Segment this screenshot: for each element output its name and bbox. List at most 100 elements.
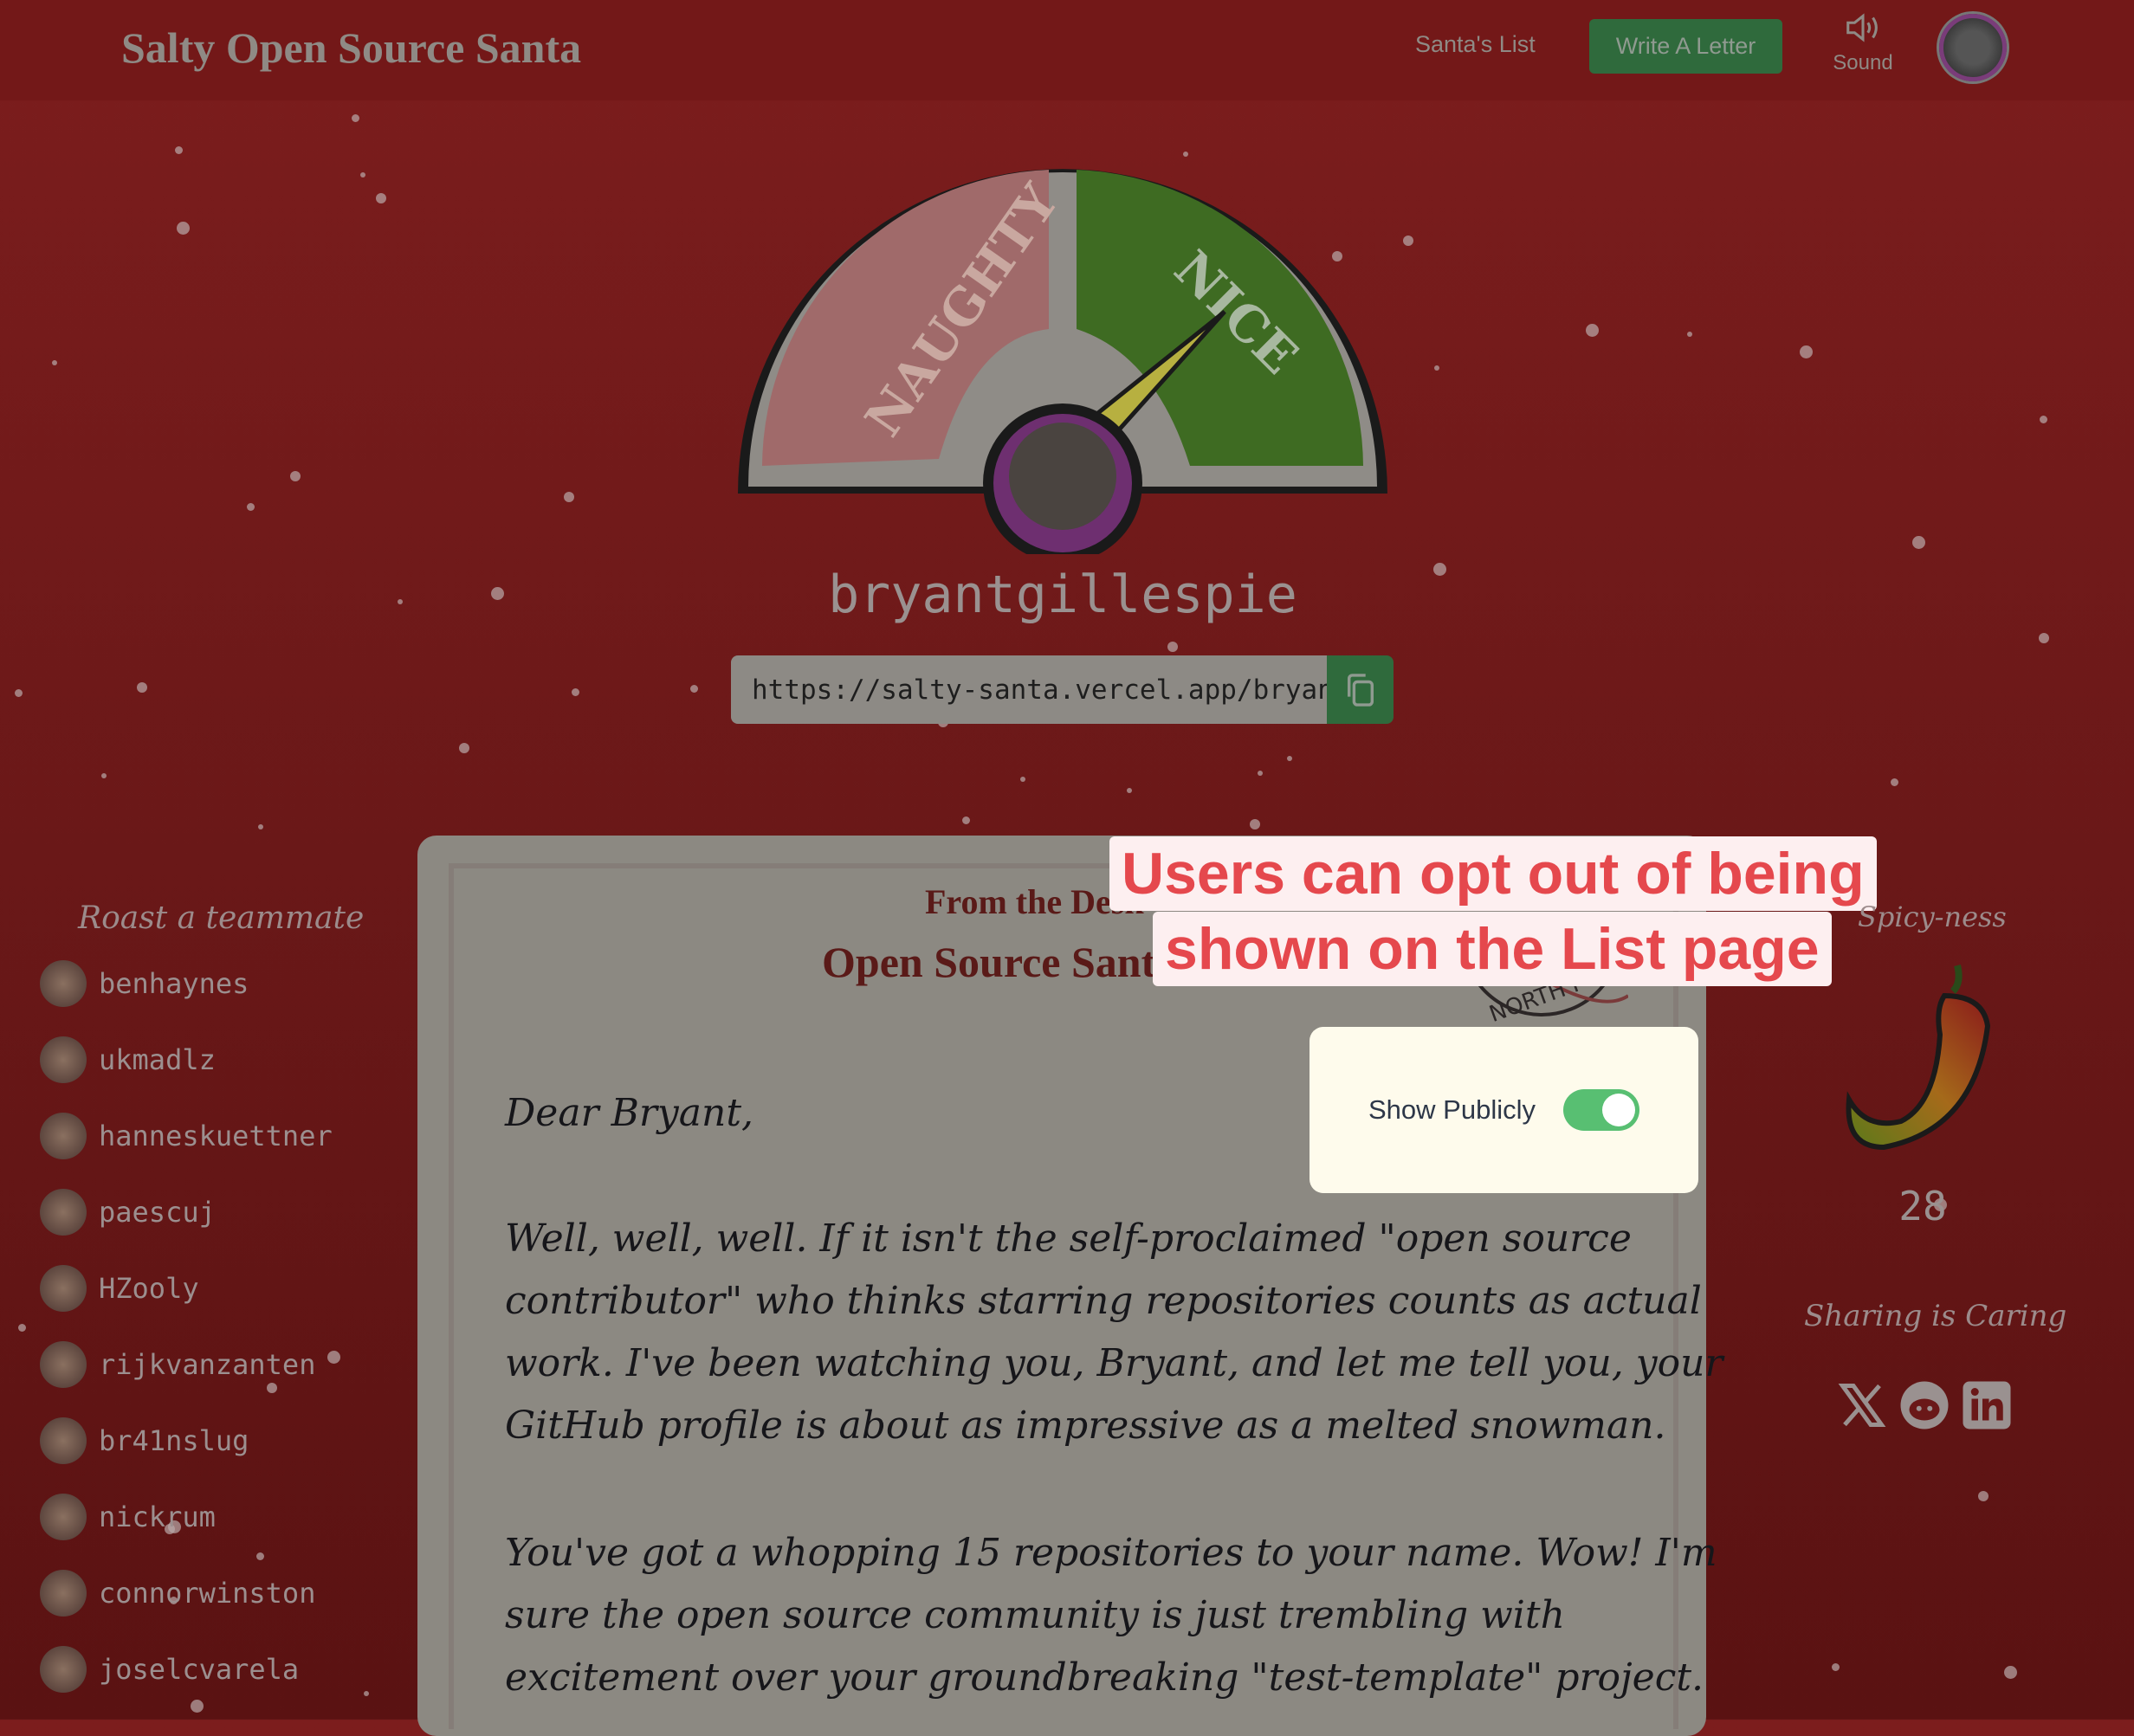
snowflake [1167, 642, 1178, 653]
teammate-item[interactable]: paescuj [40, 1186, 216, 1238]
teammate-name: paescuj [99, 1196, 216, 1229]
snowflake [1127, 787, 1133, 793]
snowflake [363, 1691, 369, 1697]
snowflake [359, 172, 365, 178]
teammate-name: rijkvanzanten [99, 1348, 316, 1381]
copy-icon [1347, 673, 1374, 707]
copy-url-button[interactable] [1327, 655, 1394, 724]
teammate-item[interactable]: joselcvarela [40, 1643, 299, 1695]
snowflake [2038, 633, 2049, 644]
snowflake [1019, 777, 1025, 783]
teammate-name: br41nslug [99, 1424, 249, 1457]
teammate-item[interactable]: nickrum [40, 1491, 216, 1543]
snowflake [1977, 1490, 1988, 1501]
snowflake [961, 816, 970, 824]
snowflake [15, 688, 23, 697]
sharing-heading: Sharing is Caring [1804, 1299, 2067, 1333]
teammate-name: connorwinston [99, 1577, 316, 1610]
show-publicly-toggle[interactable] [1562, 1089, 1639, 1131]
teammate-item[interactable]: br41nslug [40, 1415, 249, 1467]
teammate-avatar [40, 1570, 87, 1617]
snowflake [1799, 345, 1813, 359]
letter-line: sure the open source community is just t… [505, 1593, 1565, 1637]
snowflake [52, 359, 58, 365]
teammate-avatar [40, 1341, 87, 1388]
roast-heading: Roast a teammate [78, 900, 365, 936]
teammate-avatar [40, 1113, 87, 1159]
snowflake [327, 1350, 341, 1364]
teammate-item[interactable]: HZooly [40, 1262, 199, 1314]
snowflake [376, 192, 387, 203]
snowflake [246, 503, 255, 512]
letter-line: contributor" who thinks starring reposit… [505, 1279, 1702, 1323]
teammate-name: nickrum [99, 1500, 216, 1533]
teammate-name: ukmadlz [99, 1043, 216, 1076]
share-x-button[interactable] [1833, 1377, 1891, 1434]
teammate-name: benhaynes [99, 967, 249, 1000]
write-letter-button[interactable]: Write A Letter [1589, 19, 1782, 74]
snowflake [1433, 365, 1439, 371]
sound-label: Sound [1833, 51, 1893, 74]
snowflake [1890, 778, 1898, 787]
snowflake [1286, 756, 1292, 762]
letter-line: excitement over your groundbreaking "tes… [505, 1655, 1704, 1700]
snowflake [1912, 536, 1926, 550]
snowflake [136, 681, 147, 693]
sound-toggle[interactable]: Sound [1827, 10, 1898, 75]
teammate-name: hanneskuettner [99, 1120, 333, 1152]
spiciness-score: 28 [1898, 1183, 1947, 1229]
snowflake [191, 1699, 204, 1713]
teammate-item[interactable]: ukmadlz [40, 1034, 216, 1086]
letter-title: Open Source Santa [822, 938, 1178, 986]
show-publicly-label: Show Publicly [1368, 1094, 1536, 1125]
speaker-icon [1846, 13, 1878, 42]
naughty-nice-gauge: NAUGHTY NICE [738, 169, 1387, 554]
nav-santas-list[interactable]: Santa's List [1415, 31, 1536, 58]
teammate-avatar [40, 1189, 87, 1236]
letter-line: Well, well, well. If it isn't the self-p… [505, 1216, 1632, 1261]
snowflake [1258, 771, 1264, 777]
snowflake [1686, 331, 1692, 337]
teammate-name: joselcvarela [99, 1653, 300, 1686]
profile-username: bryantgillespie [828, 565, 1297, 625]
snowflake [177, 222, 191, 236]
snowflake [690, 685, 699, 694]
teammate-avatar [40, 1494, 87, 1540]
share-url-field[interactable]: https://salty-santa.vercel.app/bryantgil… [731, 655, 1327, 724]
snowflake [2039, 415, 2047, 423]
letter-line: You've got a whopping 15 repositories to… [505, 1531, 1717, 1575]
letter-greeting: Dear Bryant, [505, 1091, 754, 1135]
reddit-icon [1900, 1381, 1949, 1429]
teammate-item[interactable]: benhaynes [40, 958, 249, 1010]
annotation-line-2: shown on the List page [1153, 912, 1832, 986]
snowflake [290, 471, 301, 482]
teammate-item[interactable]: hanneskuettner [40, 1110, 333, 1162]
teammate-item[interactable]: rijkvanzanten [40, 1339, 315, 1391]
snowflake [2003, 1666, 2017, 1680]
annotation-line-1: Users can opt out of being [1109, 836, 1877, 911]
snowflake [1585, 323, 1599, 337]
snowflake [174, 145, 183, 154]
teammate-item[interactable]: connorwinston [40, 1567, 315, 1619]
user-avatar[interactable] [1939, 14, 2007, 81]
snowflake [257, 823, 263, 829]
share-linkedin-button[interactable] [1958, 1377, 2015, 1434]
share-reddit-button[interactable] [1896, 1377, 1953, 1434]
letter-line: work. I've been watching you, Bryant, an… [505, 1341, 1723, 1385]
visibility-panel: Show Publicly [1310, 1027, 1698, 1193]
teammate-avatar [40, 1265, 87, 1312]
snowflake [101, 772, 107, 778]
teammate-avatar [40, 1646, 87, 1693]
snowflake [459, 743, 470, 754]
snowflake [572, 687, 580, 696]
letter-line: GitHub profile is about as impressive as… [505, 1404, 1666, 1448]
teammate-name: HZooly [99, 1272, 199, 1305]
teammate-avatar [40, 960, 87, 1007]
snowflake [351, 113, 359, 122]
snowflake [17, 1324, 26, 1333]
site-title[interactable]: Salty Open Source Santa [121, 23, 581, 73]
spiciness-heading: Spicy-ness [1858, 900, 2007, 933]
teammate-avatar [40, 1417, 87, 1464]
snowflake [1832, 1663, 1840, 1672]
linkedin-icon [1963, 1381, 2011, 1429]
